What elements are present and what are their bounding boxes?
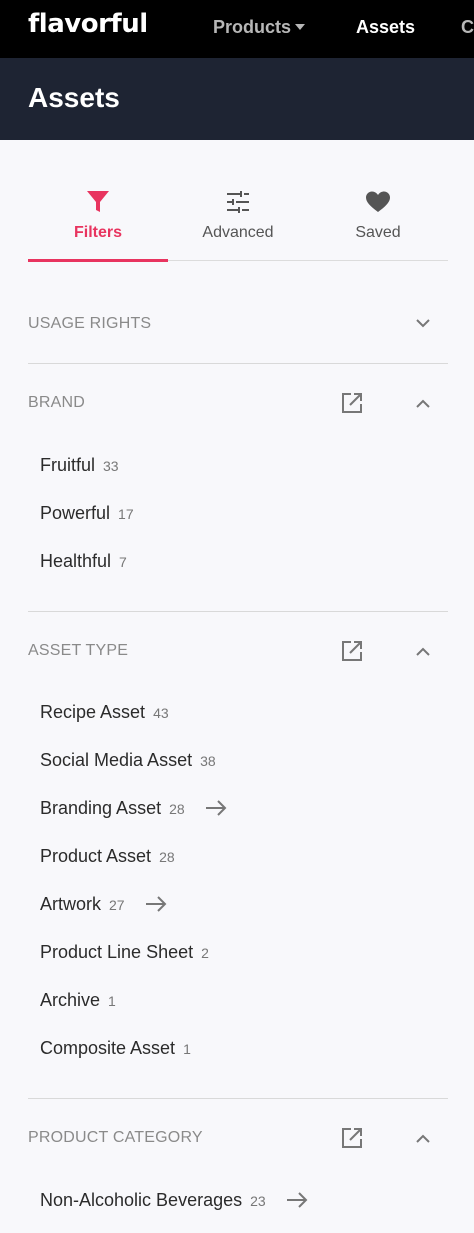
facet-count: 33 [103, 458, 119, 474]
tab-advanced-label: Advanced [202, 224, 274, 241]
arrow-right-icon[interactable] [205, 800, 227, 816]
facet-item-fruitful[interactable]: Fruitful 33 [40, 455, 119, 481]
arrow-right-icon[interactable] [145, 896, 167, 912]
facet-label: Product Line Sheet [40, 942, 194, 962]
tab-saved[interactable]: Saved [308, 186, 448, 260]
facet-label: Healthful [40, 551, 112, 571]
facet-item-archive[interactable]: Archive 1 [40, 990, 116, 1016]
tab-filters[interactable]: Filters [28, 186, 168, 262]
facet-label: Fruitful [40, 455, 96, 475]
facet-item-product-asset[interactable]: Product Asset 28 [40, 846, 175, 872]
section-product-category[interactable]: PRODUCT CATEGORY [28, 1118, 448, 1158]
facet-label: Artwork [40, 894, 102, 914]
sliders-icon [227, 191, 249, 213]
chevron-up-icon[interactable] [414, 643, 432, 661]
arrow-right-icon[interactable] [286, 1192, 308, 1208]
chevron-up-icon[interactable] [414, 395, 432, 413]
facet-count: 38 [200, 753, 216, 769]
divider [28, 1098, 448, 1099]
nav-assets-link[interactable]: Assets [356, 17, 415, 38]
facet-item-social-media-asset[interactable]: Social Media Asset 38 [40, 750, 216, 776]
chevron-down-icon[interactable] [414, 314, 432, 332]
heart-icon [366, 191, 390, 212]
facet-count: 27 [109, 897, 125, 913]
facet-item-artwork[interactable]: Artwork 27 [40, 894, 167, 920]
section-title: USAGE RIGHTS [28, 315, 152, 332]
facet-count: 17 [118, 506, 134, 522]
tab-saved-label: Saved [355, 224, 401, 241]
tab-filters-label: Filters [73, 224, 122, 241]
chevron-up-icon[interactable] [414, 1130, 432, 1148]
top-nav: flavorful Products Assets C [0, 0, 474, 58]
facet-label: Composite Asset [40, 1038, 176, 1058]
facet-count: 23 [250, 1193, 266, 1209]
section-usage-rights[interactable]: USAGE RIGHTS [28, 304, 448, 344]
external-link-icon[interactable] [340, 639, 364, 663]
facet-count: 28 [159, 849, 175, 865]
facet-item-non-alcoholic-beverages[interactable]: Non-Alcoholic Beverages 23 [40, 1190, 308, 1216]
nav-products-menu[interactable]: Products [213, 17, 306, 38]
facet-item-recipe-asset[interactable]: Recipe Asset 43 [40, 702, 169, 728]
external-link-icon[interactable] [340, 1126, 364, 1150]
facet-count: 1 [183, 1041, 191, 1057]
section-title: ASSET TYPE [28, 642, 129, 659]
page-title: Assets [28, 82, 120, 113]
facet-label: Recipe Asset [40, 702, 146, 722]
funnel-icon [87, 191, 109, 212]
page-header: Assets [0, 58, 474, 140]
divider [28, 363, 448, 364]
facet-count: 2 [201, 945, 209, 961]
facet-count: 7 [119, 554, 127, 570]
facet-label: Social Media Asset [40, 750, 193, 770]
facet-item-powerful[interactable]: Powerful 17 [40, 503, 134, 529]
tab-advanced[interactable]: Advanced [168, 186, 308, 260]
section-title: BRAND [28, 394, 86, 411]
caret-down-icon [295, 24, 306, 30]
facet-item-composite-asset[interactable]: Composite Asset 1 [40, 1038, 191, 1064]
facet-count: 1 [108, 993, 116, 1009]
facet-label: Non-Alcoholic Beverages [40, 1190, 243, 1210]
divider [28, 611, 448, 612]
facet-label: Archive [40, 990, 101, 1010]
facet-count: 28 [169, 801, 185, 817]
facet-count: 43 [153, 705, 169, 721]
nav-more-link[interactable]: C [461, 17, 474, 38]
nav-products-label: Products [213, 17, 292, 37]
section-asset-type[interactable]: ASSET TYPE [28, 631, 448, 671]
section-brand[interactable]: BRAND [28, 383, 448, 423]
external-link-icon[interactable] [340, 391, 364, 415]
facet-label: Branding Asset [40, 798, 162, 818]
facet-label: Product Asset [40, 846, 152, 866]
facet-item-healthful[interactable]: Healthful 7 [40, 551, 127, 577]
facet-label: Powerful [40, 503, 111, 523]
facet-item-branding-asset[interactable]: Branding Asset 28 [40, 798, 227, 824]
filter-tabs: Filters Advanced Saved [28, 186, 448, 262]
brand-logo[interactable]: flavorful [28, 9, 148, 39]
section-title: PRODUCT CATEGORY [28, 1129, 203, 1146]
facet-item-product-line-sheet[interactable]: Product Line Sheet 2 [40, 942, 209, 968]
